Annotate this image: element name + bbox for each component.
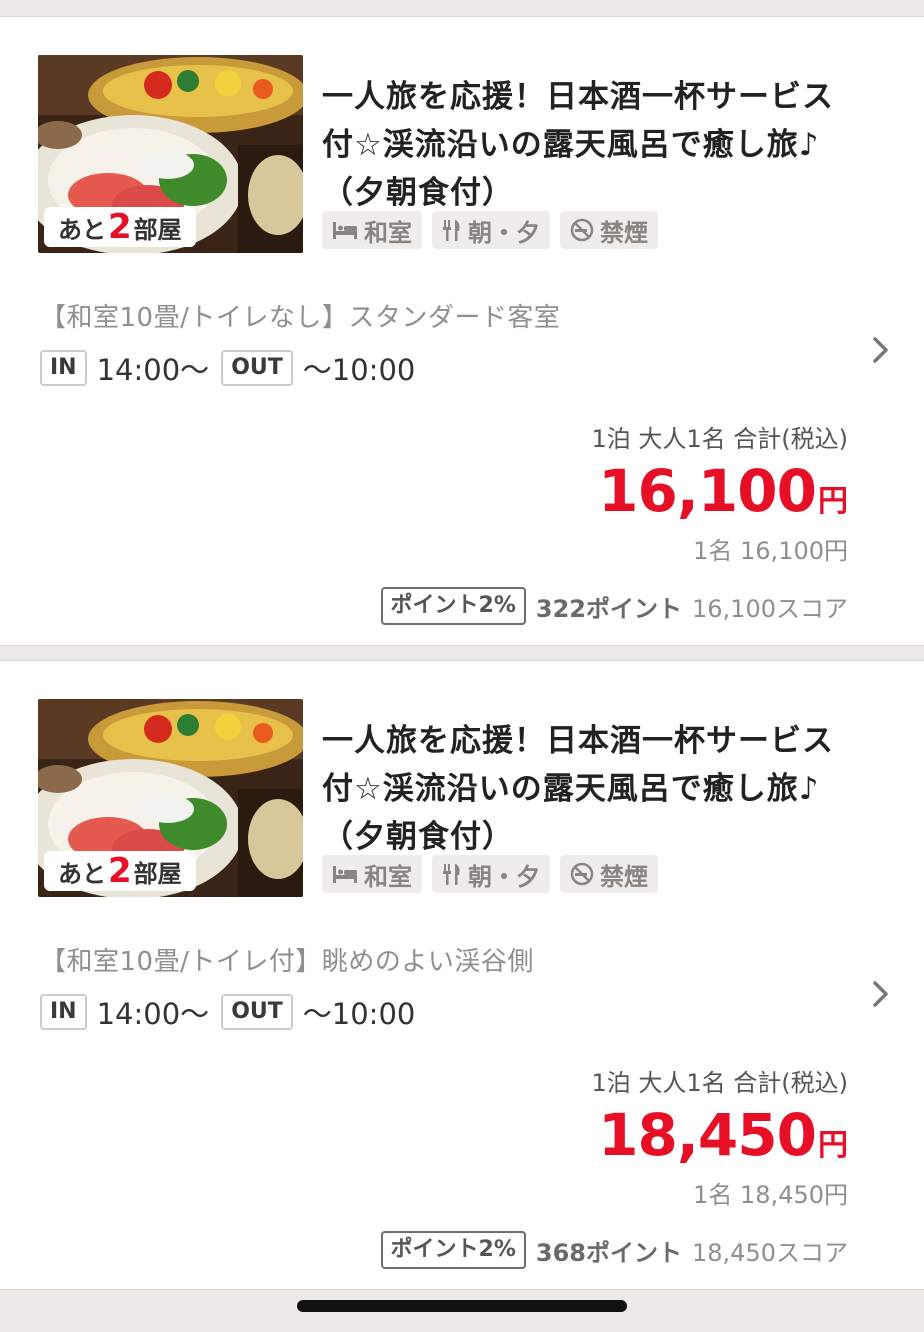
tag-smoking: 禁煙	[560, 211, 658, 249]
chevron-right-icon[interactable]	[870, 979, 892, 1013]
tag-label: 禁煙	[600, 218, 648, 247]
tag-smoking: 禁煙	[560, 855, 658, 893]
checkin-checkout: IN 14:00〜 OUT 〜10:00	[40, 347, 427, 389]
home-indicator[interactable]	[297, 1300, 627, 1312]
fork-knife-icon	[443, 864, 460, 885]
price-amount: 18,450	[598, 1101, 817, 1169]
score-value: 18,450スコア	[692, 1238, 848, 1267]
plan-tags: 和室 朝・夕 禁煙	[322, 211, 658, 249]
price-unit: 円	[818, 484, 848, 519]
points-row: ポイント2% 368ポイント 18,450スコア	[380, 1231, 848, 1269]
checkout-time: 〜10:00	[302, 353, 416, 387]
tag-label: 和室	[364, 862, 412, 891]
chevron-right-icon[interactable]	[870, 335, 892, 369]
price-condition: 1泊 大人1名 合計(税込)	[591, 1069, 848, 1097]
checkout-label: OUT	[221, 994, 293, 1030]
total-price: 16,100 円	[598, 457, 848, 525]
plan-tags: 和室 朝・夕 禁煙	[322, 855, 658, 893]
bed-icon	[333, 222, 357, 239]
tag-meals: 朝・夕	[432, 855, 550, 893]
tag-meals: 朝・夕	[432, 211, 550, 249]
total-price: 18,450 円	[598, 1101, 848, 1169]
rooms-left-prefix: あと	[58, 860, 106, 888]
point-rate-badge: ポイント2%	[380, 1231, 526, 1269]
tag-label: 和室	[364, 218, 412, 247]
tag-room-type: 和室	[322, 855, 422, 893]
checkin-checkout: IN 14:00〜 OUT 〜10:00	[40, 991, 427, 1033]
checkin-label: IN	[40, 994, 87, 1030]
checkin-time: 14:00〜	[96, 997, 210, 1031]
rooms-left-suffix: 部屋	[133, 860, 182, 888]
points-earned: 368ポイント	[535, 1238, 683, 1267]
rooms-left-badge: あと 2 部屋	[44, 851, 196, 891]
tag-label: 朝・夕	[468, 218, 540, 247]
tag-label: 禁煙	[600, 862, 648, 891]
per-person-price: 1名 16,100円	[693, 537, 848, 565]
rooms-left-count: 2	[108, 851, 132, 891]
room-name: 【和室10畳/トイレなし】スタンダード客室	[40, 303, 561, 333]
checkout-time: 〜10:00	[302, 997, 416, 1031]
price-unit: 円	[818, 1128, 848, 1163]
plan-title[interactable]: 一人旅を応援！日本酒一杯サービス付☆渓流沿いの露天風呂で癒し旅♪（夕朝食付）	[322, 73, 862, 217]
rooms-left-prefix: あと	[58, 216, 106, 244]
rooms-left-count: 2	[108, 207, 132, 247]
room-name: 【和室10畳/トイレ付】眺めのよい渓谷側	[40, 947, 534, 977]
rooms-left-suffix: 部屋	[133, 216, 182, 244]
tag-label: 朝・夕	[468, 862, 540, 891]
fork-knife-icon	[443, 220, 460, 241]
plan-card[interactable]: あと 2 部屋 一人旅を応援！日本酒一杯サービス付☆渓流沿いの露天風呂で癒し旅♪…	[0, 660, 924, 1290]
score-value: 16,100スコア	[692, 594, 848, 623]
price-amount: 16,100	[598, 457, 817, 525]
rooms-left-badge: あと 2 部屋	[44, 207, 196, 247]
bed-icon	[333, 866, 357, 883]
checkin-time: 14:00〜	[96, 353, 210, 387]
plan-photo: あと 2 部屋	[38, 699, 303, 897]
per-person-price: 1名 18,450円	[693, 1181, 848, 1209]
points-row: ポイント2% 322ポイント 16,100スコア	[380, 587, 848, 625]
price-condition: 1泊 大人1名 合計(税込)	[591, 425, 848, 453]
no-smoking-icon	[570, 218, 594, 242]
no-smoking-icon	[570, 862, 594, 886]
plan-photo: あと 2 部屋	[38, 55, 303, 253]
tag-room-type: 和室	[322, 211, 422, 249]
checkin-label: IN	[40, 350, 87, 386]
plan-card[interactable]: あと 2 部屋 一人旅を応援！日本酒一杯サービス付☆渓流沿いの露天風呂で癒し旅♪…	[0, 16, 924, 646]
point-rate-badge: ポイント2%	[380, 587, 526, 625]
checkout-label: OUT	[221, 350, 293, 386]
plan-title[interactable]: 一人旅を応援！日本酒一杯サービス付☆渓流沿いの露天風呂で癒し旅♪（夕朝食付）	[322, 717, 862, 861]
points-earned: 322ポイント	[535, 594, 683, 623]
